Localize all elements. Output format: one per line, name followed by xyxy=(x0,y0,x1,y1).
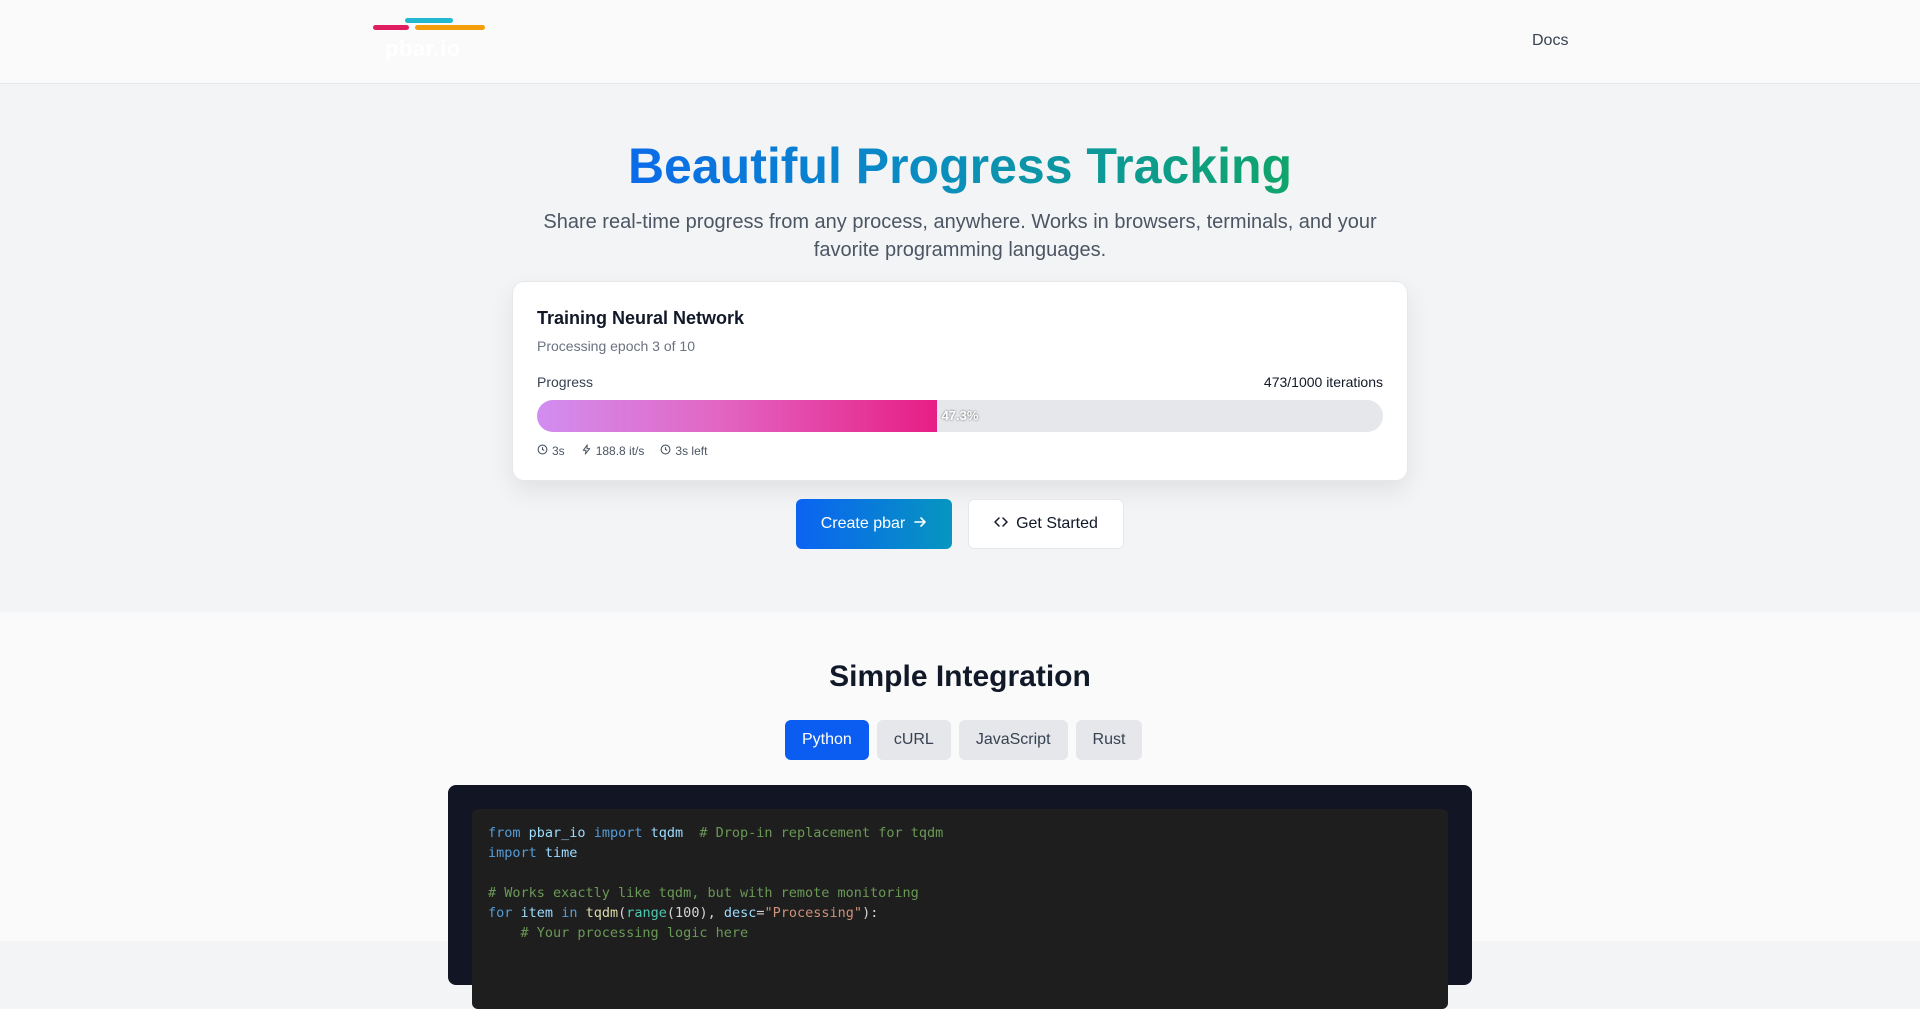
card-subtitle: Processing epoch 3 of 10 xyxy=(537,338,695,354)
create-pbar-button[interactable]: Create pbar xyxy=(796,499,952,549)
arrow-right-icon xyxy=(913,515,927,534)
demo-progress-card: Training Neural Network Processing epoch… xyxy=(512,281,1408,481)
tab-rust[interactable]: Rust xyxy=(1075,720,1143,760)
get-started-label: Get Started xyxy=(1016,515,1098,532)
tab-curl[interactable]: cURL xyxy=(876,720,951,760)
zap-icon xyxy=(581,444,592,458)
tab-javascript[interactable]: JavaScript xyxy=(958,720,1068,760)
progress-percent: 47.3% xyxy=(941,408,979,423)
logo-bar-orange xyxy=(415,25,485,30)
code-panel: from pbar_io import tqdm # Drop-in repla… xyxy=(448,785,1472,1009)
tab-python[interactable]: Python xyxy=(785,720,869,760)
progress-count: 473/1000 iterations xyxy=(1263,374,1383,390)
card-title: Training Neural Network xyxy=(537,308,745,328)
clock-icon xyxy=(537,444,548,458)
code-line: import time xyxy=(488,845,578,861)
integration-title: Simple Integration xyxy=(829,660,1091,693)
progress-bar: 47.3% xyxy=(537,400,1383,432)
logo-wordmark: pbar.io xyxy=(385,36,461,61)
code-line: from pbar_io import tqdm # Drop-in repla… xyxy=(488,825,944,841)
stat-remaining: 3s left xyxy=(660,444,707,458)
site-header: pbar.io Docs xyxy=(0,0,1920,84)
stat-rate: 188.8 it/s xyxy=(581,444,645,458)
code-block[interactable]: from pbar_io import tqdm # Drop-in repla… xyxy=(472,809,1448,1009)
integration-section: Simple Integration Python cURL JavaScrip… xyxy=(0,612,1920,1009)
code-icon xyxy=(994,515,1008,534)
logo-bar-cyan xyxy=(405,18,453,23)
hero-section: Beautiful Progress Tracking Share real-t… xyxy=(0,84,1920,612)
code-line: # Your processing logic here xyxy=(520,925,749,941)
stat-elapsed: 3s xyxy=(537,444,565,458)
clock-icon xyxy=(660,444,671,458)
create-pbar-label: Create pbar xyxy=(820,515,906,532)
code-line: ​ xyxy=(488,863,1432,883)
language-tabs: Python cURL JavaScript Rust xyxy=(785,720,1143,760)
hero-title: Beautiful Progress Tracking xyxy=(627,138,1293,194)
logo[interactable]: pbar.io xyxy=(373,16,485,62)
code-line: for item in tqdm(range(100), desc="Proce… xyxy=(488,905,879,921)
stat-elapsed-text: 3s xyxy=(552,444,565,458)
code-line: # Works exactly like tqdm, but with remo… xyxy=(488,885,919,901)
hero-subtitle: Share real-time progress from any proces… xyxy=(543,211,1377,261)
progress-stats: 3s 188.8 it/s 3s left xyxy=(537,444,707,458)
stat-rate-text: 188.8 it/s xyxy=(595,444,645,458)
get-started-button[interactable]: Get Started xyxy=(968,499,1124,549)
nav-docs-link[interactable]: Docs xyxy=(1532,32,1568,50)
progress-label: Progress xyxy=(537,374,594,390)
logo-bar-pink xyxy=(373,25,409,30)
stat-remaining-text: 3s left xyxy=(675,444,708,458)
